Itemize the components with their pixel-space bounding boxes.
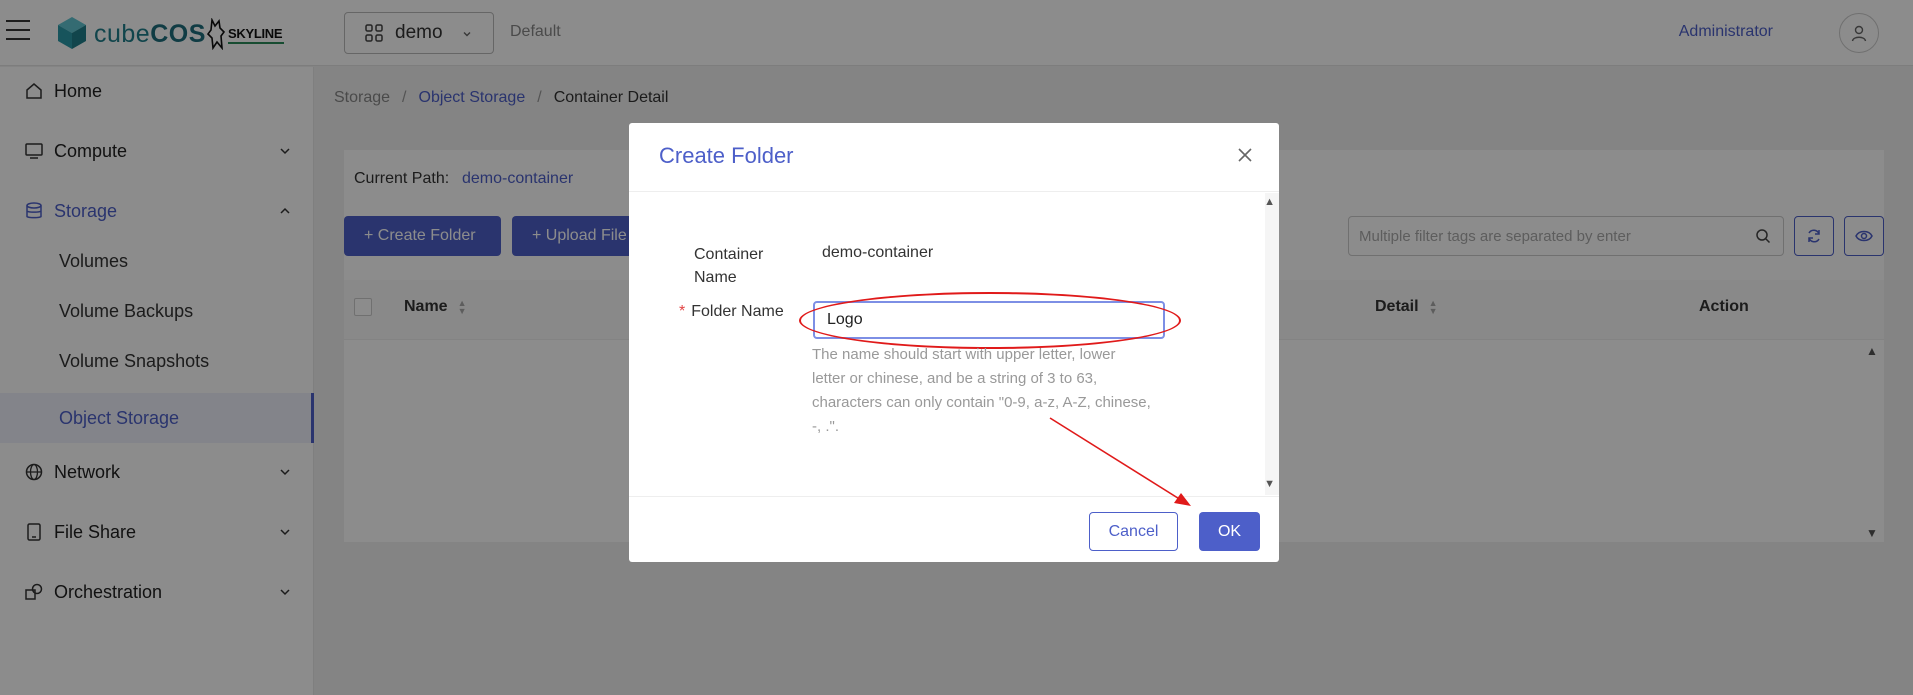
close-icon[interactable]: [1235, 145, 1255, 165]
dialog-scrollbar[interactable]: [1265, 193, 1279, 495]
cancel-button[interactable]: Cancel: [1089, 512, 1178, 551]
required-marker: *: [679, 303, 686, 320]
create-folder-dialog: Create Folder ▲ ▼ Container Name demo-co…: [629, 123, 1279, 562]
ok-button[interactable]: OK: [1199, 512, 1260, 551]
folder-name-help-text: The name should start with upper letter,…: [812, 346, 1151, 435]
scroll-up-arrow-icon[interactable]: ▲: [1264, 196, 1275, 208]
folder-name-label: * Folder Name: [679, 303, 784, 320]
scroll-down-arrow-icon[interactable]: ▼: [1264, 478, 1275, 490]
container-name-value: demo-container: [822, 244, 934, 261]
folder-name-input[interactable]: [813, 301, 1165, 339]
dialog-title: Create Folder: [659, 143, 794, 168]
container-name-label: Container Name: [694, 246, 764, 286]
